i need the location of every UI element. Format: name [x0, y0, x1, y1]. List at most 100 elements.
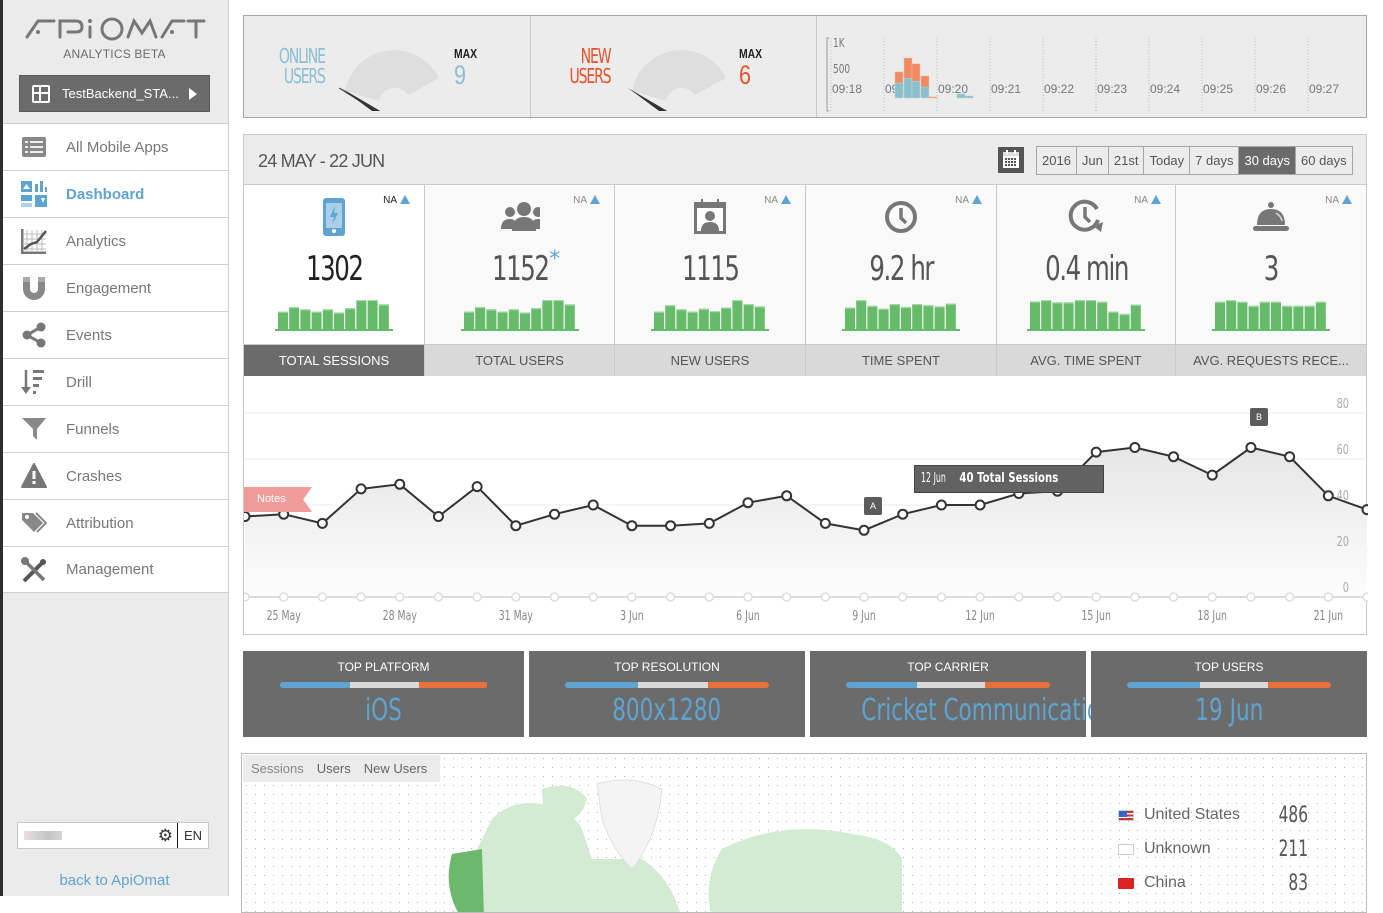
top-card-top-resolution: TOP RESOLUTION 800x1280 [529, 651, 805, 737]
sidebar-item-analytics[interactable]: Analytics [3, 217, 228, 264]
metric-value-text: 9.2 hr [869, 249, 934, 289]
data-point[interactable] [1361, 504, 1369, 516]
data-point[interactable] [1284, 451, 1296, 463]
range-button-30-days[interactable]: 30 days [1239, 147, 1297, 174]
data-point[interactable] [974, 499, 986, 511]
metric-tile-new-users[interactable]: NA 1115 NEW USERS [615, 185, 806, 376]
trend-up-icon [1342, 195, 1352, 204]
range-button-7-days[interactable]: 7 days [1190, 147, 1240, 174]
sparkline [651, 300, 769, 331]
sidebar-item-events[interactable]: Events [3, 311, 228, 358]
data-point[interactable] [471, 481, 483, 493]
sparkline-bar [912, 304, 923, 329]
sidebar-item-all-mobile-apps[interactable]: All Mobile Apps [3, 123, 228, 170]
data-point[interactable] [1168, 451, 1180, 463]
annotation-a[interactable]: A [864, 497, 882, 515]
language-selector[interactable]: EN [178, 828, 208, 843]
annotation-b[interactable]: B [1250, 408, 1268, 426]
metric-tile-time-spent[interactable]: NA 9.2 hr TIME SPENT [806, 185, 997, 376]
gear-icon[interactable]: ⚙ [158, 826, 173, 846]
y-tick-label: 500 [833, 63, 850, 77]
calendar-button[interactable] [998, 147, 1024, 173]
sidebar-item-attribution[interactable]: Attribution [3, 499, 228, 546]
country-row[interactable]: Unknown 211 [1118, 832, 1308, 866]
x-tick-label: 21 Jun [1314, 607, 1343, 623]
notes-flag[interactable]: Notes [244, 487, 312, 512]
data-point[interactable] [316, 517, 328, 529]
metric-label: NEW USERS [615, 344, 805, 376]
map-tab-users[interactable]: Users [317, 755, 351, 782]
range-button-jun[interactable]: Jun [1077, 147, 1109, 174]
data-point[interactable] [665, 520, 677, 532]
baseline-point [472, 592, 482, 602]
data-point[interactable] [781, 490, 793, 502]
data-point[interactable] [742, 497, 754, 509]
country-value: 83 [1288, 870, 1308, 896]
back-to-apiomat-link[interactable]: back to ApiOmat [0, 872, 229, 889]
sidebar-item-management[interactable]: Management [3, 546, 228, 593]
trend-text: NA [1325, 195, 1339, 206]
sidebar-item-engagement[interactable]: Engagement [3, 264, 228, 311]
data-point[interactable] [703, 517, 715, 529]
sparkline-bar [721, 307, 732, 329]
sidebar-item-funnels[interactable]: Funnels [3, 405, 228, 452]
country-row[interactable]: United States 486 [1118, 798, 1308, 832]
metric-label: AVG. REQUESTS RECE... [1176, 344, 1366, 376]
distribution-segment [1127, 682, 1201, 688]
sparkline-bar-cap [356, 300, 367, 302]
data-point[interactable] [394, 478, 406, 490]
map-tab-sessions[interactable]: Sessions [251, 755, 304, 782]
data-point[interactable] [244, 511, 251, 522]
data-point[interactable] [549, 508, 561, 520]
distribution-segment [707, 682, 769, 688]
range-button-today[interactable]: Today [1144, 147, 1191, 174]
sparkline-bar-cap [754, 306, 765, 308]
country-row[interactable]: China 83 [1118, 866, 1308, 900]
sparkline-bar [553, 300, 564, 329]
sidebar-item-crashes[interactable]: Crashes [3, 452, 228, 499]
world-map [448, 779, 902, 912]
data-point[interactable] [432, 511, 444, 522]
range-button-21st[interactable]: 21st [1109, 147, 1145, 174]
metric-value: 0.4 min [997, 249, 1175, 289]
data-point[interactable] [626, 520, 638, 532]
metric-tile-total-users[interactable]: NA 1152* TOTAL USERS [425, 185, 615, 376]
app-selector[interactable]: TestBackend_STA... [19, 75, 210, 112]
sidebar-item-drill[interactable]: Drill [3, 358, 228, 405]
sparkline-baseline [460, 329, 579, 331]
data-point[interactable] [1129, 442, 1141, 453]
data-point[interactable] [1245, 442, 1257, 453]
data-point[interactable] [1090, 446, 1102, 458]
sparkline-bar [311, 311, 322, 329]
data-point[interactable] [355, 483, 367, 495]
metric-value-text: 0.4 min [1044, 249, 1129, 289]
sparkline-bar [497, 311, 508, 329]
range-button-2016[interactable]: 2016 [1037, 147, 1077, 174]
data-point[interactable] [1206, 469, 1218, 481]
sidebar-item-label: Drill [66, 373, 92, 391]
data-point[interactable] [897, 508, 909, 520]
sparkline-bar-cap [867, 305, 878, 307]
sidebar-item-dashboard[interactable]: Dashboard [3, 170, 228, 217]
data-point[interactable] [587, 499, 599, 511]
data-point[interactable] [1322, 490, 1334, 502]
sparkline-bar [867, 305, 878, 329]
sparkline-bar [754, 306, 765, 329]
map-tab-new-users[interactable]: New Users [364, 755, 428, 782]
data-point[interactable] [935, 499, 947, 511]
sparkline-bar [676, 309, 687, 329]
data-point[interactable] [858, 524, 870, 536]
sparkline-bar-cap [1119, 313, 1130, 316]
metric-tile-total-sessions[interactable]: NA 1302 TOTAL SESSIONS [244, 185, 425, 376]
top-card-title: TOP PLATFORM [337, 660, 430, 674]
baseline-point [897, 592, 908, 602]
sparkline-bar [1086, 300, 1096, 329]
metric-tile-avg-requests-rece[interactable]: NA 3 AVG. REQUESTS RECE... [1176, 185, 1366, 376]
metric-tile-avg-time-spent[interactable]: NA 0.4 min AVG. TIME SPENT [997, 185, 1176, 376]
sparkline-bar [508, 309, 519, 329]
x-tick-label: 9 Jun [852, 607, 876, 623]
sparkline-bar [345, 308, 356, 329]
range-button-60-days[interactable]: 60 days [1296, 147, 1352, 174]
data-point[interactable] [819, 517, 831, 529]
data-point[interactable] [510, 520, 522, 532]
